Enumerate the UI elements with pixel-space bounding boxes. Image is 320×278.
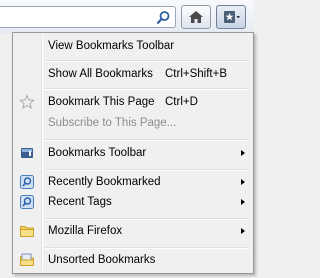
submenu-arrow-icon — [241, 150, 245, 156]
bookmarks-menu-button[interactable] — [216, 5, 246, 29]
menu-separator — [45, 169, 249, 171]
menu-item-subscribe-to-this-page[interactable]: Subscribe to This Page... — [15, 113, 251, 133]
navigation-toolbar — [0, 0, 254, 34]
menu-item-label: View Bookmarks Toolbar — [48, 40, 175, 52]
menu-separator — [45, 247, 249, 249]
menu-item-recent-tags[interactable]: Recent Tags — [15, 192, 251, 212]
menu-item-unsorted-bookmarks[interactable]: Unsorted Bookmarks — [15, 250, 251, 270]
menu-item-label: Bookmarks Toolbar — [48, 147, 147, 159]
menu-item-shortcut: Ctrl+D — [165, 96, 198, 108]
search-icon[interactable] — [156, 10, 171, 25]
bookmarks-menu: View Bookmarks Toolbar Show All Bookmark… — [12, 32, 254, 274]
menu-item-label: Bookmark This Page — [48, 96, 155, 108]
smart-folder-icon — [19, 194, 35, 210]
menu-item-label: Show All Bookmarks — [48, 68, 153, 80]
menu-item-recently-bookmarked[interactable]: Recently Bookmarked — [15, 172, 251, 192]
menu-item-label: Unsorted Bookmarks — [48, 254, 156, 266]
home-button[interactable] — [181, 5, 211, 29]
menu-item-label: Recent Tags — [48, 196, 112, 208]
menu-item-view-bookmarks-toolbar[interactable]: View Bookmarks Toolbar — [15, 36, 251, 56]
menu-item-label: Subscribe to This Page... — [48, 117, 177, 129]
submenu-arrow-icon — [241, 228, 245, 234]
unsorted-bookmarks-icon — [19, 252, 35, 268]
menu-item-show-all-bookmarks[interactable]: Show All Bookmarks Ctrl+Shift+B — [15, 64, 251, 84]
url-bar[interactable] — [0, 6, 176, 28]
star-outline-icon — [19, 94, 35, 110]
menu-separator — [45, 60, 249, 62]
menu-item-mozilla-firefox[interactable]: Mozilla Firefox — [15, 221, 251, 241]
menu-item-shortcut: Ctrl+Shift+B — [165, 68, 227, 80]
home-icon — [189, 11, 203, 23]
smart-folder-icon — [19, 174, 35, 190]
submenu-arrow-icon — [241, 179, 245, 185]
menu-item-bookmarks-toolbar[interactable]: Bookmarks Toolbar — [15, 143, 251, 163]
menu-item-label: Recently Bookmarked — [48, 176, 161, 188]
menu-separator — [45, 88, 249, 90]
folder-icon — [19, 223, 35, 239]
menu-separator — [45, 139, 249, 141]
menu-item-label: Mozilla Firefox — [48, 225, 123, 237]
bookmarks-toolbar-icon — [19, 145, 35, 161]
bookmarks-star-icon — [224, 11, 240, 23]
menu-separator — [45, 218, 249, 220]
submenu-arrow-icon — [241, 199, 245, 205]
menu-item-bookmark-this-page[interactable]: Bookmark This Page Ctrl+D — [15, 92, 251, 112]
